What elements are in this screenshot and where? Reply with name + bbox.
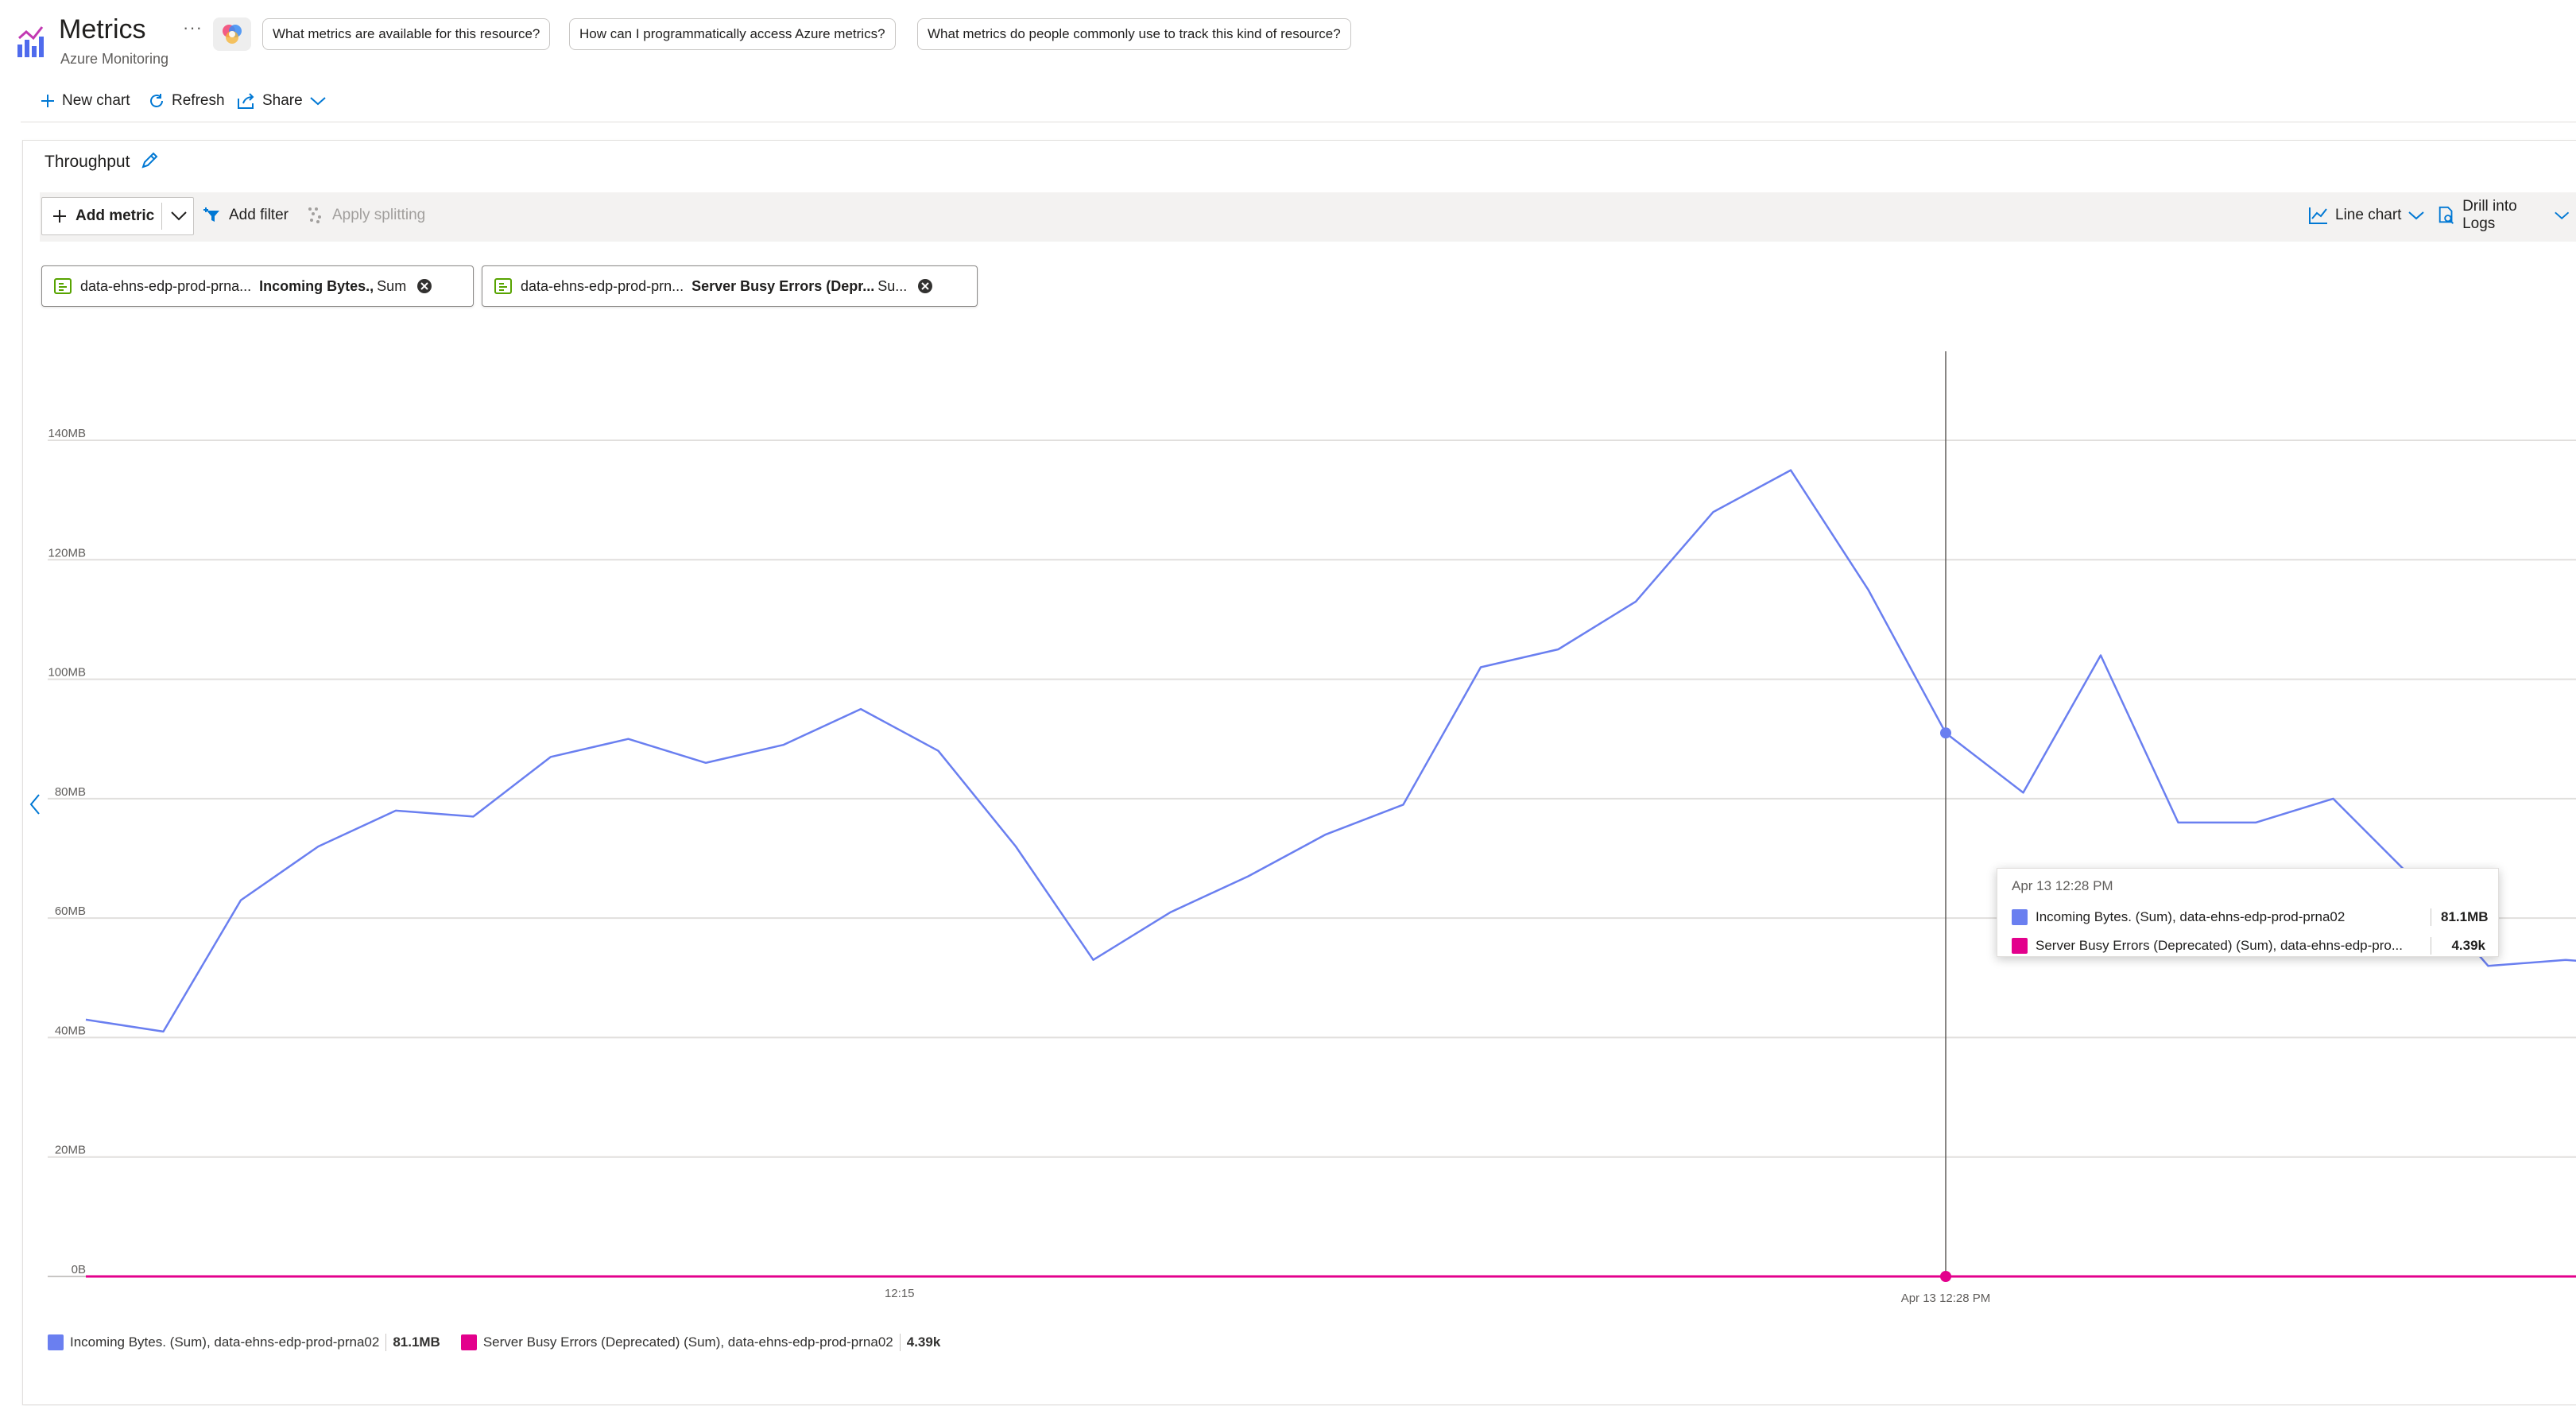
data-point-marker <box>1940 1271 1951 1282</box>
chart-legend: Incoming Bytes. (Sum), data-ehns-edp-pro… <box>48 1334 961 1351</box>
series-swatch <box>48 1334 64 1350</box>
series-swatch <box>2012 909 2028 925</box>
legend-divider <box>385 1334 387 1351</box>
data-point-marker <box>1940 727 1951 739</box>
x-tick-label: 12:15 <box>885 1287 915 1300</box>
y-tick-label: 0B <box>72 1263 86 1276</box>
legend-series-value: 81.1MB <box>393 1334 440 1350</box>
series-swatch <box>460 1334 477 1350</box>
chart-tooltip: Apr 13 12:28 PM Incoming Bytes. (Sum), d… <box>1997 868 2499 957</box>
y-tick-label: 40MB <box>55 1024 86 1037</box>
metrics-line-chart[interactable]: 0B 20MB 40MB 60MB 80MB 100MB 120MB 140MB 12:15 A… <box>0 0 2576 1406</box>
y-tick-label: 120MB <box>48 546 86 560</box>
legend-divider <box>899 1334 901 1351</box>
y-tick-label: 80MB <box>55 785 86 799</box>
legend-series-name[interactable]: Incoming Bytes. (Sum), data-ehns-edp-pro… <box>70 1334 379 1350</box>
legend-series-name[interactable]: Server Busy Errors (Deprecated) (Sum), d… <box>483 1334 893 1350</box>
y-tick-label: 60MB <box>55 904 86 918</box>
tooltip-row: Incoming Bytes. (Sum), data-ehns-edp-pro… <box>2012 907 2489 928</box>
tooltip-series-name: Incoming Bytes. (Sum), data-ehns-edp-pro… <box>2036 909 2346 924</box>
tooltip-series-value: 81.1MB <box>2441 909 2489 924</box>
x-tick-label: Apr 13 12:28 PM <box>1901 1292 1991 1305</box>
legend-series-value: 4.39k <box>906 1334 941 1350</box>
tooltip-row: Server Busy Errors (Deprecated) (Sum), d… <box>2012 935 2485 956</box>
chevron-left-icon <box>29 794 40 815</box>
tooltip-time: Apr 13 12:28 PM <box>2012 878 2113 893</box>
y-tick-label: 20MB <box>55 1144 86 1157</box>
previous-time-range-button[interactable] <box>29 793 41 819</box>
y-tick-label: 140MB <box>48 427 86 440</box>
tooltip-series-name: Server Busy Errors (Deprecated) (Sum), d… <box>2036 938 2404 953</box>
series-swatch <box>2012 938 2028 954</box>
y-tick-label: 100MB <box>48 666 86 680</box>
tooltip-series-value: 4.39k <box>2451 938 2485 953</box>
